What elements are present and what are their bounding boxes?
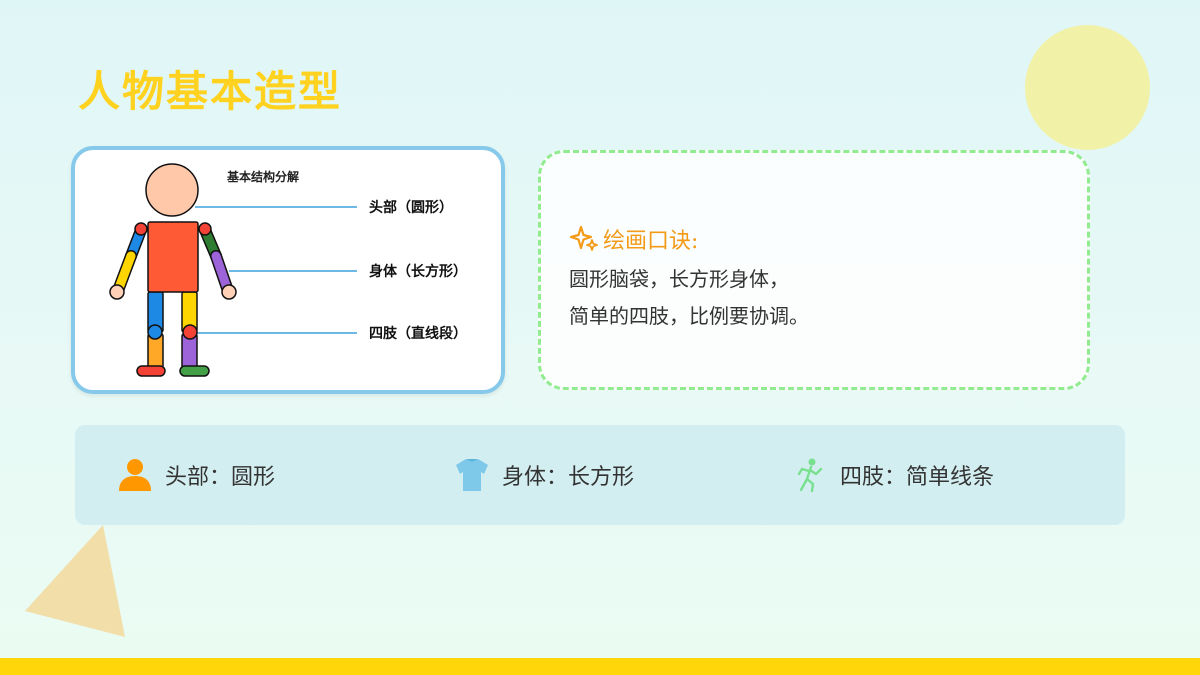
figure-head	[145, 163, 199, 217]
person-icon	[115, 455, 155, 495]
label-body: 身体（长方形）	[369, 263, 467, 280]
page-title: 人物基本造型	[78, 67, 343, 116]
tips-line-2: 简单的四肢，比例要协调。	[569, 304, 809, 328]
label-head: 头部（圆形）	[369, 199, 453, 216]
body-structure-diagram: 基本结构分解 头部（圆形） 身体（长方形） 四肢（直线段）	[109, 163, 467, 377]
label-limbs: 四肢（直线段）	[369, 325, 467, 342]
running-figure-icon	[790, 455, 830, 495]
tips-heading: 绘画口诀:	[569, 223, 698, 255]
decorative-circle	[1025, 25, 1150, 150]
summary-item-body: 身体：长方形	[452, 425, 634, 525]
summary-text-limbs: 四肢：简单线条	[840, 465, 995, 490]
left-arm	[109, 222, 148, 300]
summary-item-limbs: 四肢：简单线条	[790, 425, 994, 525]
summary-text-body: 身体：长方形	[502, 465, 635, 490]
tips-line-1: 圆形脑袋，长方形身体，	[569, 267, 789, 291]
tips-heading-text: 绘画口诀:	[603, 229, 699, 254]
right-leg	[179, 291, 210, 377]
figure-card: 基本结构分解 头部（圆形） 身体（长方形） 四肢（直线段）	[71, 146, 505, 394]
diagram-title: 基本结构分解	[226, 169, 299, 184]
summary-item-head: 头部：圆形	[115, 425, 275, 525]
drawing-tips-card: 绘画口诀: 圆形脑袋，长方形身体， 简单的四肢，比例要协调。	[538, 150, 1090, 390]
summary-text-head: 头部：圆形	[165, 465, 276, 490]
left-leg	[136, 291, 166, 377]
summary-bar: 头部：圆形 身体：长方形 四肢：简单线条	[75, 425, 1125, 525]
sparkle-icon	[569, 225, 598, 251]
bottom-accent-bar	[0, 658, 1200, 675]
figure-torso	[147, 221, 199, 293]
right-arm	[198, 222, 237, 300]
decorative-triangle	[25, 525, 125, 637]
shirt-icon	[452, 455, 492, 495]
